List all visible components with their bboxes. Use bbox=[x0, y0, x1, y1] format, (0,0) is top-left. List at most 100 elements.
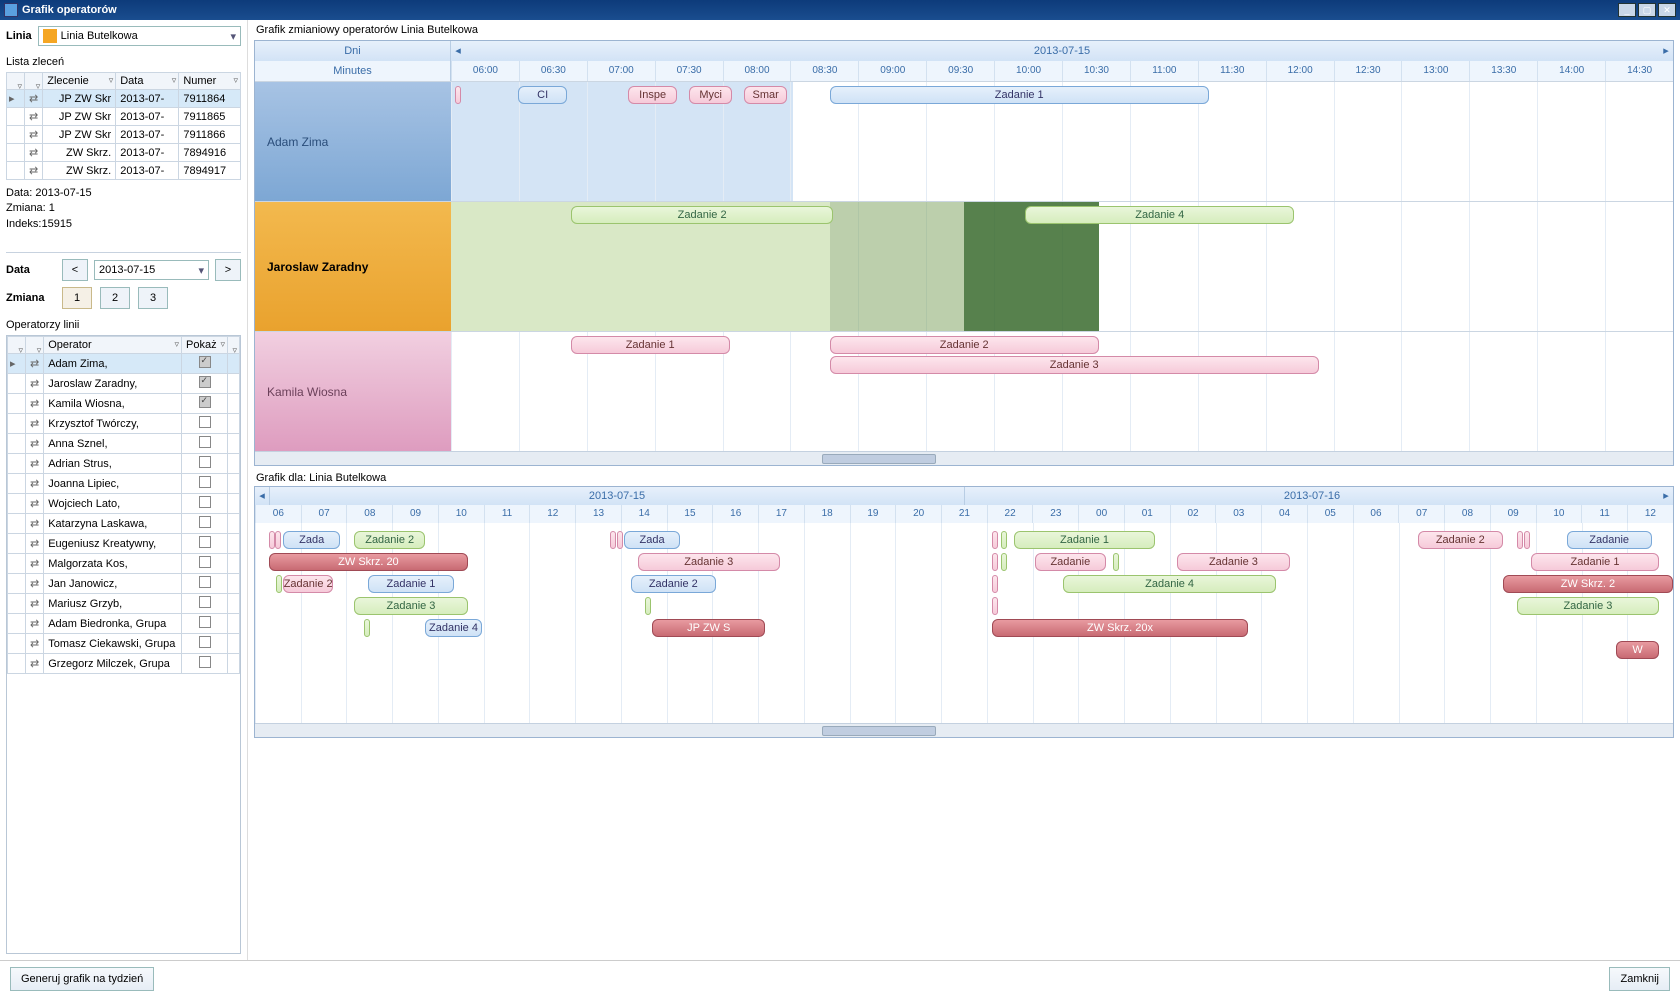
operator-row[interactable]: ⇄Malgorzata Kos, bbox=[8, 554, 240, 574]
task-bar[interactable]: Zadanie 3 bbox=[1177, 553, 1290, 571]
maximize-button[interactable]: ▢ bbox=[1638, 3, 1656, 17]
task-bar[interactable] bbox=[992, 597, 998, 615]
col-zlecenie[interactable]: Zlecenie bbox=[43, 73, 116, 90]
task-bar[interactable]: Zada bbox=[624, 531, 681, 549]
task-bar[interactable] bbox=[455, 86, 461, 104]
lane-body[interactable]: Zadanie 2 Zadanie 4 bbox=[451, 202, 1673, 331]
col-operator[interactable]: Operator bbox=[44, 337, 182, 354]
operator-row[interactable]: ⇄Mariusz Grzyb, bbox=[8, 594, 240, 614]
operator-row[interactable]: ⇄Adam Zima, bbox=[8, 354, 240, 374]
task-bar[interactable]: Zadanie 1 bbox=[1531, 553, 1659, 571]
task-bar[interactable]: Zadanie 1 bbox=[368, 575, 453, 593]
operator-row[interactable]: ⇄Adam Biedronka, Grupa bbox=[8, 614, 240, 634]
task-bar[interactable]: ZW Skrz. 20x bbox=[992, 619, 1247, 637]
operator-row[interactable]: ⇄Adrian Strus, bbox=[8, 454, 240, 474]
task-bar[interactable]: Inspe bbox=[628, 86, 677, 104]
task-bar[interactable] bbox=[1001, 553, 1007, 571]
show-checkbox[interactable] bbox=[199, 616, 211, 628]
show-checkbox[interactable] bbox=[199, 576, 211, 588]
operator-row[interactable]: ⇄Katarzyna Laskawa, bbox=[8, 514, 240, 534]
operator-row[interactable]: ⇄Jan Janowicz, bbox=[8, 574, 240, 594]
show-checkbox[interactable] bbox=[199, 656, 211, 668]
task-bar[interactable]: Zadanie 3 bbox=[638, 553, 780, 571]
task-bar[interactable] bbox=[992, 575, 998, 593]
bot-next[interactable]: ▸ bbox=[1659, 487, 1673, 505]
show-checkbox[interactable] bbox=[199, 636, 211, 648]
operator-row[interactable]: ⇄Tomasz Ciekawski, Grupa bbox=[8, 634, 240, 654]
task-bar[interactable]: Zadanie bbox=[1567, 531, 1652, 549]
task-bar[interactable] bbox=[364, 619, 370, 637]
generate-week-button[interactable]: Generuj grafik na tydzień bbox=[10, 967, 154, 991]
operators-grid[interactable]: Operator Pokaż ⇄Adam Zima,⇄Jaroslaw Zara… bbox=[7, 336, 240, 674]
operator-row[interactable]: ⇄Jaroslaw Zaradny, bbox=[8, 374, 240, 394]
operator-row[interactable]: ⇄Wojciech Lato, bbox=[8, 494, 240, 514]
task-bar[interactable] bbox=[992, 553, 998, 571]
date-next-button[interactable]: > bbox=[215, 259, 241, 281]
shift-button-2[interactable]: 2 bbox=[100, 287, 130, 309]
show-checkbox[interactable] bbox=[199, 496, 211, 508]
show-checkbox[interactable] bbox=[199, 556, 211, 568]
bot-prev[interactable]: ◂ bbox=[255, 487, 269, 505]
order-row[interactable]: ⇄ZW Skrz.2013-07-7894917 bbox=[7, 162, 241, 180]
task-bar[interactable]: JP ZW S bbox=[652, 619, 765, 637]
task-bar[interactable]: Zadanie 4 bbox=[1025, 206, 1294, 224]
show-checkbox[interactable] bbox=[199, 596, 211, 608]
task-bar[interactable] bbox=[276, 575, 282, 593]
lane-body[interactable]: Zadanie 1 Zadanie 2 Zadanie 3 bbox=[451, 332, 1673, 451]
task-bar[interactable]: Zadanie 2 bbox=[571, 206, 834, 224]
operator-row[interactable]: ⇄Krzysztof Twórczy, bbox=[8, 414, 240, 434]
task-bar[interactable]: Zadanie bbox=[1035, 553, 1106, 571]
tl-prev[interactable]: ◂ bbox=[451, 41, 465, 61]
task-bar[interactable] bbox=[617, 531, 623, 549]
operator-row[interactable]: ⇄Joanna Lipiec, bbox=[8, 474, 240, 494]
task-bar[interactable]: Zadanie 2 bbox=[830, 336, 1099, 354]
order-row[interactable]: ⇄JP ZW Skr2013-07-7911865 bbox=[7, 108, 241, 126]
date-prev-button[interactable]: < bbox=[62, 259, 88, 281]
date-combo[interactable]: 2013-07-15 bbox=[94, 260, 209, 280]
task-bar[interactable] bbox=[275, 531, 281, 549]
order-row[interactable]: ⇄JP ZW Skr2013-07-7911866 bbox=[7, 126, 241, 144]
task-bar[interactable]: Zadanie 2 bbox=[354, 531, 425, 549]
task-bar[interactable] bbox=[1001, 531, 1007, 549]
show-checkbox[interactable] bbox=[199, 436, 211, 448]
task-bar[interactable]: CI bbox=[518, 86, 567, 104]
shift-button-1[interactable]: 1 bbox=[62, 287, 92, 309]
task-bar[interactable]: W bbox=[1616, 641, 1659, 659]
task-bar[interactable]: ZW Skrz. 20 bbox=[269, 553, 468, 571]
show-checkbox[interactable] bbox=[199, 356, 211, 368]
show-checkbox[interactable] bbox=[199, 376, 211, 388]
close-button[interactable]: ✕ bbox=[1658, 3, 1676, 17]
col-numer[interactable]: Numer bbox=[179, 73, 241, 90]
operator-row[interactable]: ⇄Eugeniusz Kreatywny, bbox=[8, 534, 240, 554]
tl-next[interactable]: ▸ bbox=[1659, 41, 1673, 61]
task-bar[interactable] bbox=[1517, 531, 1523, 549]
order-row[interactable]: ⇄JP ZW Skr2013-07-7911864 bbox=[7, 90, 241, 108]
show-checkbox[interactable] bbox=[199, 456, 211, 468]
task-bar[interactable]: Zadanie 4 bbox=[1063, 575, 1276, 593]
show-checkbox[interactable] bbox=[199, 536, 211, 548]
task-bar[interactable]: Zadanie 1 bbox=[571, 336, 730, 354]
task-bar[interactable]: Zada bbox=[283, 531, 340, 549]
minimize-button[interactable]: _ bbox=[1618, 3, 1636, 17]
task-bar[interactable]: Zadanie 1 bbox=[830, 86, 1209, 104]
lane-body[interactable]: CI Inspe Myci Smar Zadanie 1 bbox=[451, 82, 1673, 201]
task-bar[interactable]: Myci bbox=[689, 86, 732, 104]
task-bar[interactable]: Zadanie 2 bbox=[1418, 531, 1503, 549]
operator-row[interactable]: ⇄Grzegorz Milczek, Grupa bbox=[8, 654, 240, 674]
task-bar[interactable] bbox=[610, 531, 616, 549]
task-bar[interactable]: Zadanie 3 bbox=[1517, 597, 1659, 615]
shift-button-3[interactable]: 3 bbox=[138, 287, 168, 309]
task-bar[interactable]: Smar bbox=[744, 86, 787, 104]
show-checkbox[interactable] bbox=[199, 476, 211, 488]
col-data[interactable]: Data bbox=[116, 73, 179, 90]
task-bar[interactable] bbox=[1113, 553, 1119, 571]
orders-grid[interactable]: Zlecenie Data Numer ⇄JP ZW Skr2013-07-79… bbox=[6, 72, 241, 180]
task-bar[interactable]: Zadanie 1 bbox=[1014, 531, 1156, 549]
task-bar[interactable] bbox=[1524, 531, 1530, 549]
close-window-button[interactable]: Zamknij bbox=[1609, 967, 1670, 991]
show-checkbox[interactable] bbox=[199, 396, 211, 408]
task-bar[interactable]: Zadanie 3 bbox=[830, 356, 1319, 374]
task-bar[interactable] bbox=[645, 597, 651, 615]
show-checkbox[interactable] bbox=[199, 516, 211, 528]
task-bar[interactable] bbox=[992, 531, 998, 549]
